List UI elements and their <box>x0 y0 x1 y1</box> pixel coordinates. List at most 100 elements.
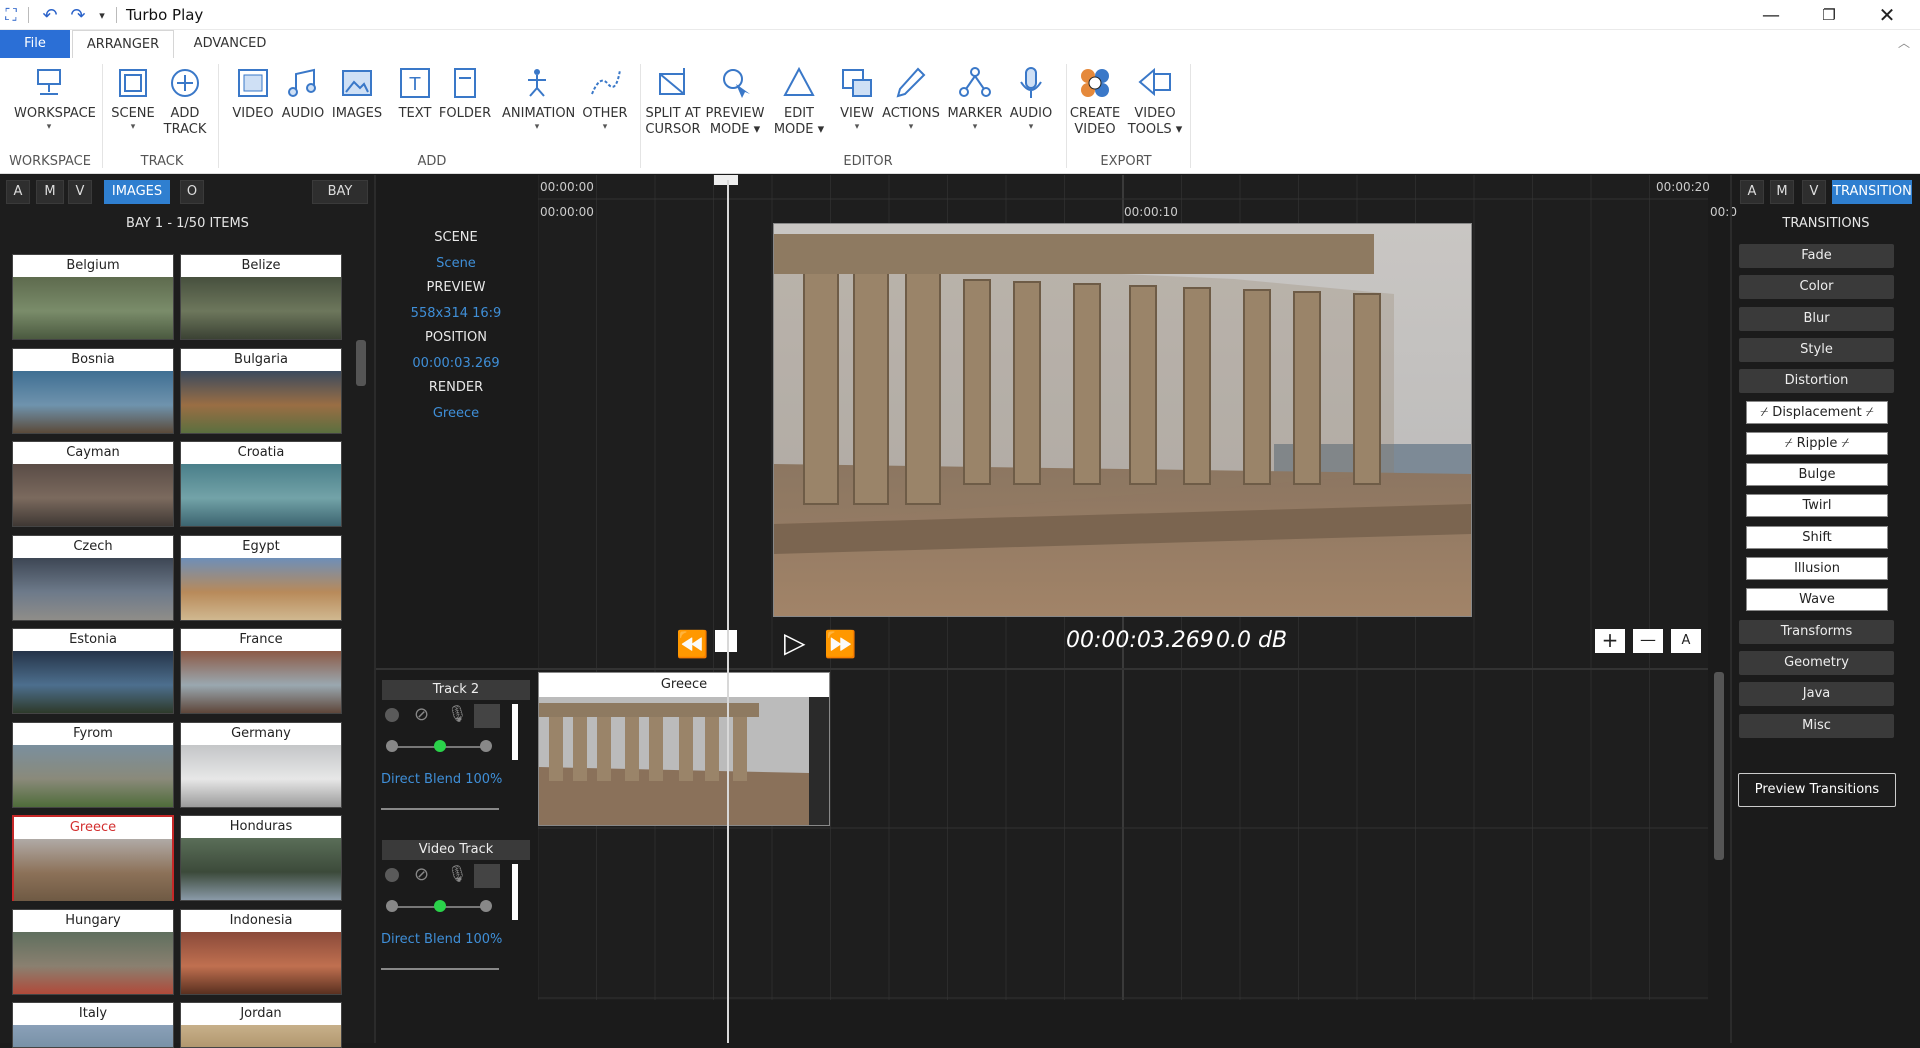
ribbon-button-split-at-cursor-10[interactable]: SPLIT AT CURSOR <box>638 64 708 138</box>
bay-item-germany[interactable]: Germany <box>180 721 342 808</box>
mic-icon[interactable]: 🎙 <box>447 704 467 723</box>
bay-item-cayman[interactable]: Cayman <box>12 441 174 527</box>
bay-button[interactable]: BAY <box>312 180 368 204</box>
playhead-handle[interactable] <box>714 175 738 185</box>
add-track-icon <box>166 64 204 102</box>
track-label[interactable]: Track 2 <box>382 680 530 700</box>
playhead[interactable] <box>727 180 729 1043</box>
ribbon-button-actions-14[interactable]: ACTIONS ▾ <box>876 64 946 132</box>
video-preview[interactable] <box>773 223 1472 617</box>
minimize-button[interactable]: — <box>1742 0 1800 30</box>
transition-category-distortion[interactable]: Distortion <box>1739 369 1894 394</box>
bay-item-bulgaria[interactable]: Bulgaria <box>180 347 342 434</box>
customize-dropdown-icon[interactable]: ▾ <box>94 4 110 26</box>
bay-item-jordan[interactable]: Jordan <box>180 1002 342 1048</box>
record-icon[interactable] <box>385 868 399 882</box>
bay-filter-o[interactable]: O <box>180 180 204 204</box>
transition-category-geometry[interactable]: Geometry <box>1739 650 1894 675</box>
transition-item-6[interactable]: Wave <box>1746 588 1888 612</box>
zoom-in-button[interactable]: + <box>1595 629 1625 653</box>
ribbon-button-audio-16[interactable]: AUDIO ▾ <box>996 64 1066 132</box>
tab-arranger[interactable]: ARRANGER <box>72 30 174 58</box>
zoom-out-button[interactable]: — <box>1633 629 1663 653</box>
track-label[interactable]: Video Track <box>382 840 530 860</box>
slider-right-knob[interactable] <box>480 740 492 752</box>
bay-item-indonesia[interactable]: Indonesia <box>180 908 342 995</box>
ribbon-group-label: WORKSPACE <box>9 154 91 169</box>
stop-button[interactable] <box>715 630 737 652</box>
collapse-ribbon-icon[interactable]: ︿ <box>1898 34 1910 51</box>
ribbon-button-add-track-2[interactable]: ADD TRACK <box>150 64 220 138</box>
ribbon-button-animation-8[interactable]: ANIMATION ▾ <box>502 64 575 132</box>
bay-item-bosnia[interactable]: Bosnia <box>12 347 174 434</box>
close-button[interactable]: ✕ <box>1858 0 1916 30</box>
preview-transitions-button[interactable]: Preview Transitions <box>1738 773 1896 807</box>
tracks-scrollbar[interactable] <box>1714 672 1724 860</box>
timeline-clip[interactable]: Greece <box>538 672 830 826</box>
transition-item-1[interactable]: ⌿ Ripple ⌿ <box>1746 431 1888 455</box>
transition-item-3[interactable]: Twirl <box>1746 494 1888 518</box>
bay-item-croatia[interactable]: Croatia <box>180 441 342 527</box>
undo-icon[interactable]: ↶ <box>38 4 62 26</box>
tab-advanced[interactable]: ADVANCED <box>180 30 280 58</box>
bay-item-greece[interactable]: Greece <box>12 815 174 901</box>
bay-filter-images[interactable]: IMAGES <box>104 180 170 204</box>
fast-forward-button[interactable]: ⏩ <box>824 630 856 660</box>
blend-mode[interactable]: Direct Blend 100% <box>381 932 502 947</box>
transition-category-java[interactable]: Java <box>1739 682 1894 707</box>
tab-file[interactable]: File <box>0 30 70 58</box>
play-button[interactable]: ▷ <box>784 626 806 659</box>
volume-slider-knob[interactable] <box>434 740 446 752</box>
blend-mode[interactable]: Direct Blend 100% <box>381 772 502 787</box>
transition-category-transforms[interactable]: Transforms <box>1739 619 1894 644</box>
transition-filter-a[interactable]: A <box>1740 180 1764 204</box>
ribbon-button-other-9[interactable]: OTHER ▾ <box>570 64 640 132</box>
slider-left-knob[interactable] <box>386 900 398 912</box>
bay-item-fyrom[interactable]: Fyrom <box>12 721 174 808</box>
transition-filter-transition[interactable]: TRANSITION <box>1832 180 1912 204</box>
slider-right-knob[interactable] <box>480 900 492 912</box>
bay-item-czech[interactable]: Czech <box>12 534 174 621</box>
bay-item-egypt[interactable]: Egypt <box>180 534 342 621</box>
mic-icon[interactable]: 🎙 <box>447 864 467 883</box>
redo-icon[interactable]: ↷ <box>66 4 90 26</box>
bay-item-italy[interactable]: Italy <box>12 1002 174 1048</box>
solo-box[interactable] <box>474 864 500 888</box>
transition-category-misc[interactable]: Misc <box>1739 713 1894 738</box>
rewind-button[interactable]: ⏪ <box>676 630 708 660</box>
transition-item-4[interactable]: Shift <box>1746 525 1888 549</box>
ribbon-button-preview-mode--11[interactable]: PREVIEW MODE ▾ <box>700 64 770 138</box>
transition-category-fade[interactable]: Fade <box>1739 244 1894 268</box>
bay-item-label: Greece <box>14 817 172 839</box>
slider-left-knob[interactable] <box>386 740 398 752</box>
transition-category-style[interactable]: Style <box>1739 337 1894 362</box>
bay-filter-m[interactable]: M <box>36 180 64 204</box>
bay-item-hungary[interactable]: Hungary <box>12 908 174 995</box>
solo-box[interactable] <box>474 704 500 728</box>
restore-button[interactable]: ❐ <box>1800 0 1858 30</box>
bay-filter-a[interactable]: A <box>6 180 30 204</box>
transition-category-blur[interactable]: Blur <box>1739 306 1894 331</box>
transition-item-2[interactable]: Bulge <box>1746 463 1888 487</box>
bay-filter-v[interactable]: V <box>68 180 92 204</box>
auto-zoom-button[interactable]: A <box>1671 629 1701 653</box>
transition-item-5[interactable]: Illusion <box>1746 557 1888 580</box>
ribbon-button-workspace-0[interactable]: WORKSPACE ▾ <box>14 64 96 132</box>
bay-item-honduras[interactable]: Honduras <box>180 815 342 901</box>
mute-icon[interactable]: ⊘ <box>414 864 429 885</box>
ribbon-button-video-tools--18[interactable]: VIDEO TOOLS ▾ <box>1120 64 1190 138</box>
transition-category-color[interactable]: Color <box>1739 275 1894 300</box>
mute-icon[interactable]: ⊘ <box>414 704 429 725</box>
volume-slider-knob[interactable] <box>434 900 446 912</box>
transition-filter-m[interactable]: M <box>1770 180 1794 204</box>
bay-item-belgium[interactable]: Belgium <box>12 254 174 340</box>
scene-value: Scene <box>436 256 476 271</box>
ribbon-button-folder-7[interactable]: FOLDER <box>430 64 500 122</box>
bay-item-estonia[interactable]: Estonia <box>12 628 174 714</box>
transition-filter-v[interactable]: V <box>1802 180 1826 204</box>
bay-item-france[interactable]: France <box>180 628 342 714</box>
record-icon[interactable] <box>385 708 399 722</box>
bay-item-belize[interactable]: Belize <box>180 254 342 340</box>
transition-item-0[interactable]: ⌿ Displacement ⌿ <box>1746 400 1888 424</box>
bay-scrollbar[interactable] <box>356 340 366 386</box>
